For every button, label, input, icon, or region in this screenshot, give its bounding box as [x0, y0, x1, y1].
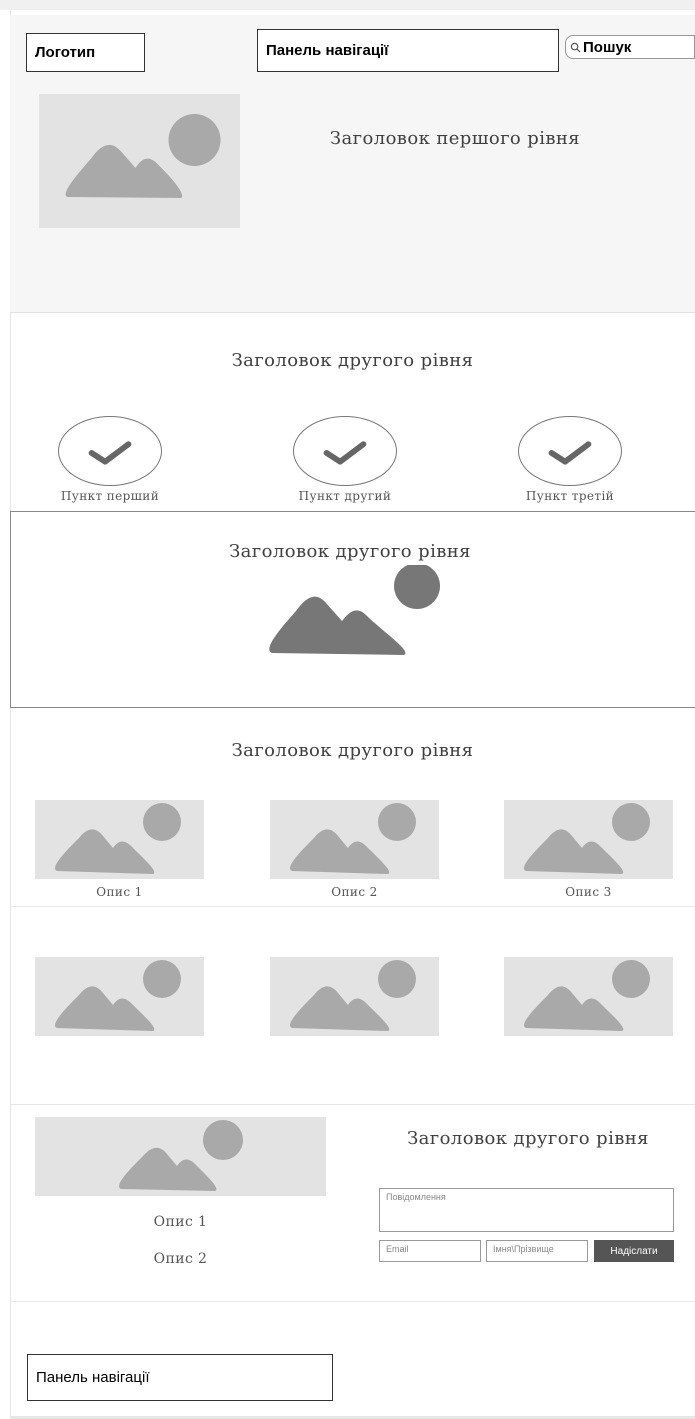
banner-image-icon: [262, 563, 452, 660]
feature-label-1: Пункт перший: [60, 489, 160, 503]
image-placeholder-icon: [65, 114, 221, 198]
gallery-image-4: [35, 957, 204, 1036]
contact-description-1: Опис 1: [153, 1214, 208, 1230]
email-field[interactable]: Email: [379, 1240, 481, 1262]
gallery-image-6: [504, 957, 673, 1036]
checkmark-icon: [88, 441, 132, 465]
image-placeholder-icon: [119, 1120, 243, 1191]
gallery-image-2: [270, 800, 439, 879]
contact-description-2: Опис 2: [153, 1251, 208, 1267]
top-strip: [0, 0, 695, 10]
feature-check-2: [293, 416, 397, 486]
gallery-caption-2: Опис 2: [331, 885, 378, 899]
gallery-caption-3: Опис 3: [565, 885, 612, 899]
hero-image-placeholder: [39, 94, 240, 228]
contact-title: Заголовок другого рівня: [407, 1128, 649, 1149]
image-placeholder-icon: [524, 960, 650, 1031]
header-nav-panel[interactable]: Панель навігації: [257, 29, 559, 72]
checkmark-icon: [548, 441, 592, 465]
feature-label-2: Пункт другий: [298, 489, 392, 503]
message-textarea[interactable]: Повідомлення: [379, 1188, 674, 1232]
feature-check-1: [58, 416, 162, 486]
hero-title: Заголовок першого рівня: [329, 128, 581, 149]
section-divider: [10, 906, 695, 907]
section-divider: [10, 1301, 695, 1302]
feature-check-3: [518, 416, 622, 486]
image-placeholder-icon: [55, 803, 181, 874]
checkmark-icon: [323, 441, 367, 465]
footer-nav-panel[interactable]: Панель навігації: [27, 1354, 333, 1401]
gallery-image-1: [35, 800, 204, 879]
features-title: Заголовок другого рівня: [231, 350, 474, 371]
image-placeholder-icon: [55, 960, 181, 1031]
logo[interactable]: Логотип: [26, 33, 145, 72]
search-input[interactable]: Пошук: [565, 35, 695, 59]
image-placeholder-icon: [290, 803, 416, 874]
name-field[interactable]: Імня\Прізвище: [486, 1240, 588, 1262]
banner-title: Заголовок другого рівня: [229, 541, 471, 562]
feature-label-3: Пункт третій: [525, 489, 615, 503]
gallery-caption-1: Опис 1: [96, 885, 143, 899]
search-placeholder: Пошук: [583, 38, 632, 56]
gallery-image-3: [504, 800, 673, 879]
gallery-image-5: [270, 957, 439, 1036]
gallery-title: Заголовок другого рівня: [231, 740, 474, 761]
section-divider: [10, 1104, 695, 1105]
submit-button[interactable]: Надіслати: [594, 1240, 674, 1262]
contact-image-placeholder: [35, 1117, 326, 1196]
image-placeholder-icon: [524, 803, 650, 874]
search-icon: [570, 42, 581, 53]
image-placeholder-icon: [290, 960, 416, 1031]
